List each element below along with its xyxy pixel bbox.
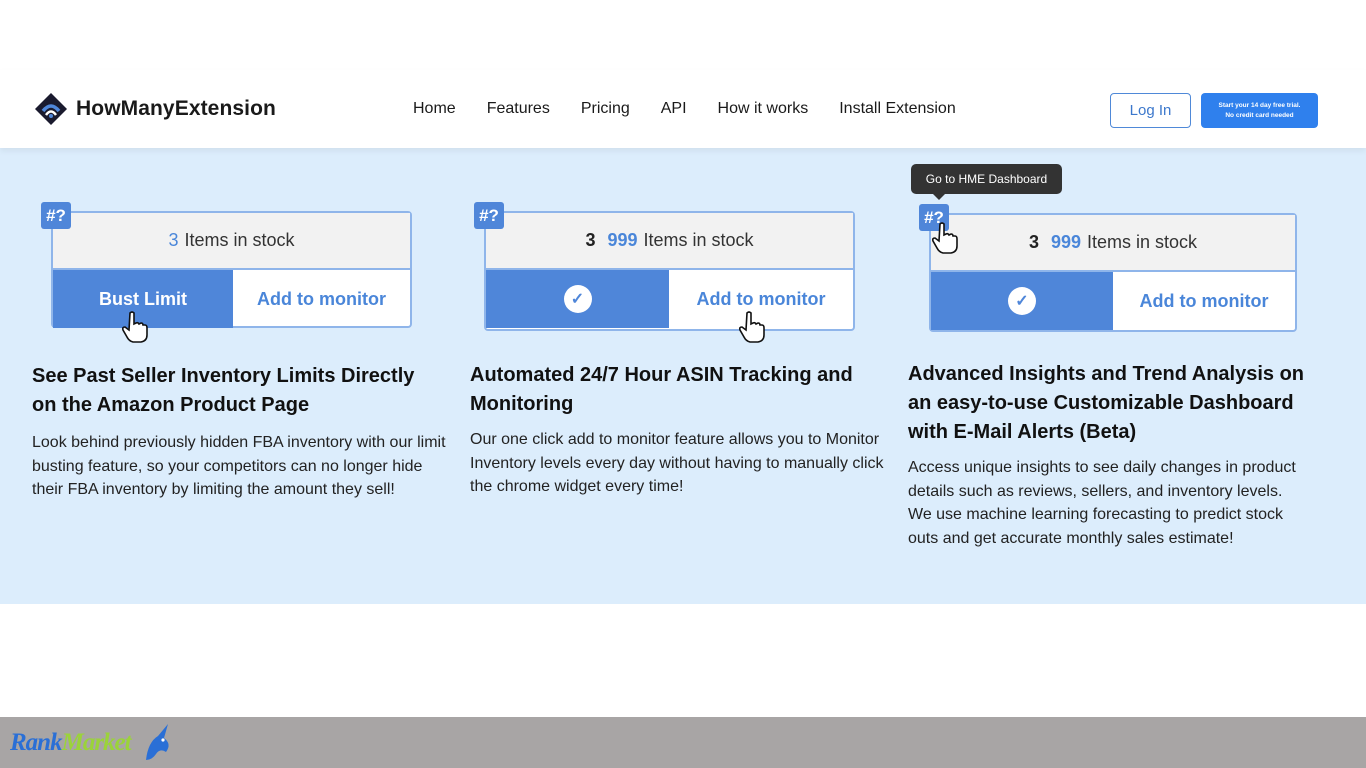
stock-max: 999 (607, 230, 638, 250)
stock-readout: 3 999 Items in stock (486, 213, 853, 270)
widget-monitoring: 3 999 Items in stock ✓ Add to monitor (484, 211, 855, 331)
dashboard-tooltip: Go to HME Dashboard (911, 164, 1062, 200)
nav-install-extension[interactable]: Install Extension (839, 100, 956, 118)
stock-max: 999 (1050, 232, 1082, 252)
cta-line-1: Start your 14 day free trial. (1218, 102, 1301, 110)
stock-count: 3 (168, 230, 179, 250)
howmany-logo-icon (35, 93, 67, 125)
main-nav: Home Features Pricing API How it works I… (413, 100, 956, 118)
feature-title-tracking: Automated 24/7 Hour ASIN Tracking and Mo… (470, 364, 853, 415)
footer-bar: RankMarket (0, 717, 1366, 768)
hash-badge[interactable]: #? (41, 202, 71, 229)
check-icon: ✓ (1008, 287, 1036, 315)
stock-readout: 3 999 Items in stock (931, 215, 1295, 272)
nav-how-it-works[interactable]: How it works (718, 100, 809, 118)
widget-dashboard: 3 999 Items in stock ✓ Add to monitor (929, 213, 1297, 332)
unicorn-icon (146, 724, 169, 760)
stock-readout: 3 Items in stock (53, 213, 410, 270)
monitored-status[interactable]: ✓ (931, 272, 1113, 330)
nav-api[interactable]: API (661, 100, 687, 118)
login-button[interactable]: Log In (1110, 93, 1191, 128)
stock-label: Items in stock (643, 230, 754, 250)
brand-name: HowManyExtension (76, 97, 276, 120)
nav-features[interactable]: Features (487, 100, 550, 118)
monitored-status[interactable]: ✓ (486, 270, 669, 328)
rankmarket-logo[interactable]: RankMarket (10, 729, 132, 757)
feature-text-insights: Access unique insights to see daily chan… (908, 459, 1296, 547)
logo-market: Market (61, 729, 132, 756)
check-icon: ✓ (563, 285, 592, 313)
stock-count: 3 (1028, 232, 1039, 252)
free-trial-button[interactable]: Start your 14 day free trial. No credit … (1201, 93, 1318, 128)
nav-home[interactable]: Home (413, 100, 456, 118)
feature-title-insights: Advanced Insights and Trend Analysis on … (908, 363, 1305, 443)
stock-label: Items in stock (184, 230, 295, 250)
brand[interactable]: HowManyExtension (34, 92, 276, 126)
hash-badge[interactable]: #? (474, 202, 504, 229)
widget-bust-limit: 3 Items in stock Bust Limit Add to monit… (51, 211, 412, 328)
feature-title-limits: See Past Seller Inventory Limits Directl… (32, 365, 415, 416)
nav-pricing[interactable]: Pricing (581, 100, 630, 118)
add-to-monitor-button[interactable]: Add to monitor (233, 270, 410, 328)
hand-cursor-icon (738, 311, 765, 343)
site-header: HowManyExtension Home Features Pricing A… (0, 70, 1366, 148)
feature-text-limits: Look behind previously hidden FBA invent… (32, 434, 446, 498)
stock-count: 3 (585, 230, 596, 250)
feature-text-tracking: Our one click add to monitor feature all… (470, 431, 884, 495)
logo-rank: Rank (10, 729, 63, 756)
stock-label: Items in stock (1087, 232, 1198, 252)
hand-cursor-icon (931, 222, 958, 254)
cta-line-2: No credit card needed (1225, 111, 1294, 119)
hand-cursor-icon (121, 311, 148, 343)
add-to-monitor-button[interactable]: Add to monitor (1113, 272, 1295, 330)
